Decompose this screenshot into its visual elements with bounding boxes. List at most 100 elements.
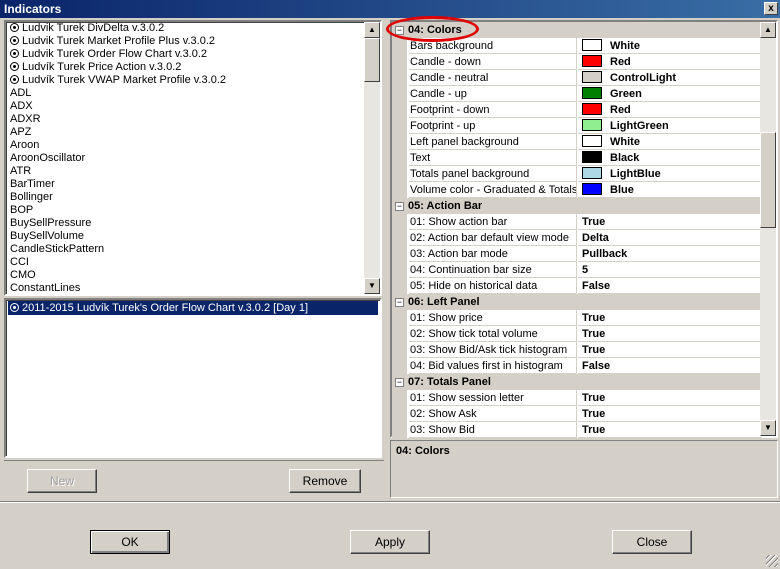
property-category[interactable]: −06: Left Panel	[392, 294, 762, 310]
property-category[interactable]: −05: Action Bar	[392, 198, 762, 214]
property-value[interactable]: False	[578, 358, 762, 374]
property-value[interactable]: LightBlue	[578, 166, 762, 182]
applied-indicators-list[interactable]: 2011-2015 Ludvík Turek's Order Flow Char…	[4, 298, 382, 458]
property-value[interactable]: LightGreen	[578, 118, 762, 134]
property-row[interactable]: Text Black	[392, 150, 762, 166]
indicator-list-item[interactable]: ADX	[8, 100, 362, 113]
property-name: Footprint - down	[409, 102, 577, 118]
applied-indicator-item[interactable]: 2011-2015 Ludvík Turek's Order Flow Char…	[8, 301, 378, 315]
ok-button[interactable]: OK	[90, 530, 170, 554]
indicator-list-item[interactable]: ADXR	[8, 113, 362, 126]
property-row[interactable]: 02: Show Ask True	[392, 406, 762, 422]
property-row[interactable]: 03: Show Bid True	[392, 422, 762, 438]
property-value[interactable]: True	[578, 326, 762, 342]
resize-grip-icon[interactable]	[766, 555, 778, 567]
property-rows: −04: Colors Bars background White Candle - …	[392, 22, 762, 438]
property-row[interactable]: Volume color - Graduated & Totals Blue	[392, 182, 762, 198]
indicator-list-item[interactable]: Ludvík Turek VWAP Market Profile v.3.0.2	[8, 74, 362, 87]
indicator-list[interactable]: Ludvik Turek DivDelta v.3.0.2 Ludvik Ture…	[4, 20, 382, 296]
indicator-list-item[interactable]: CandleStickPattern	[8, 243, 362, 256]
property-grid[interactable]: −04: Colors Bars background White Candle - …	[390, 20, 778, 438]
property-row[interactable]: Left panel background White	[392, 134, 762, 150]
property-row[interactable]: Candle - up Green	[392, 86, 762, 102]
property-row[interactable]: 04: Continuation bar size 5	[392, 262, 762, 278]
property-row[interactable]: 01: Show action bar True	[392, 214, 762, 230]
indicator-list-item[interactable]: BuySellVolume	[8, 230, 362, 243]
property-value[interactable]: White	[578, 134, 762, 150]
property-row[interactable]: Candle - down Red	[392, 54, 762, 70]
indicator-list-item[interactable]: ConstantLines	[8, 282, 362, 295]
property-value[interactable]: True	[578, 214, 762, 230]
category-label: 06: Left Panel	[408, 296, 480, 308]
collapse-icon[interactable]: −	[395, 378, 404, 387]
property-row[interactable]: 03: Show Bid/Ask tick histogram True	[392, 342, 762, 358]
collapse-icon[interactable]: −	[395, 202, 404, 211]
property-row[interactable]: 03: Action bar mode Pullback	[392, 246, 762, 262]
property-row[interactable]: 02: Show tick total volume True	[392, 326, 762, 342]
remove-button[interactable]: Remove	[289, 469, 361, 493]
property-category[interactable]: −07: Totals Panel	[392, 374, 762, 390]
scroll-up-icon[interactable]: ▲	[760, 22, 776, 38]
property-name: 02: Show Ask	[409, 406, 577, 422]
property-value[interactable]: Red	[578, 102, 762, 118]
indicator-list-item[interactable]: Ludvík Turek Price Action v.3.0.2	[8, 61, 362, 74]
property-row[interactable]: 01: Show session letter True	[392, 390, 762, 406]
indicator-list-item[interactable]: Aroon	[8, 139, 362, 152]
property-value[interactable]: White	[578, 38, 762, 54]
property-value[interactable]: Blue	[578, 182, 762, 198]
indicator-list-scrollbar[interactable]: ▲ ▼	[364, 22, 380, 294]
indicator-list-item[interactable]: BOP	[8, 204, 362, 217]
property-value[interactable]: Delta	[578, 230, 762, 246]
property-value[interactable]: True	[578, 422, 762, 438]
property-value[interactable]: ControlLight	[578, 70, 762, 86]
indicator-list-item[interactable]: APZ	[8, 126, 362, 139]
property-value[interactable]: Pullback	[578, 246, 762, 262]
apply-button[interactable]: Apply	[350, 530, 430, 554]
property-value[interactable]: True	[578, 390, 762, 406]
collapse-icon[interactable]: −	[395, 298, 404, 307]
property-row[interactable]: 05: Hide on historical data False	[392, 278, 762, 294]
property-value[interactable]: True	[578, 342, 762, 358]
property-row[interactable]: Candle - neutral ControlLight	[392, 70, 762, 86]
indicator-list-item[interactable]: Bollinger	[8, 191, 362, 204]
row-gutter	[392, 406, 407, 422]
indicator-list-item[interactable]: CCI	[8, 256, 362, 269]
property-value[interactable]: Black	[578, 150, 762, 166]
scroll-down-icon[interactable]: ▼	[760, 420, 776, 436]
close-icon[interactable]: x	[764, 2, 778, 15]
property-value[interactable]: Red	[578, 54, 762, 70]
indicator-label: BuySellPressure	[10, 217, 92, 229]
row-gutter	[392, 342, 407, 358]
property-row[interactable]: Footprint - down Red	[392, 102, 762, 118]
indicator-list-item[interactable]: CMO	[8, 269, 362, 282]
scroll-thumb[interactable]	[760, 132, 776, 228]
indicator-list-item[interactable]: BarTimer	[8, 178, 362, 191]
property-row[interactable]: 02: Action bar default view mode Delta	[392, 230, 762, 246]
indicator-list-item[interactable]: Ludvik Turek Market Profile Plus v.3.0.2	[8, 35, 362, 48]
new-button[interactable]: New	[27, 469, 97, 493]
scroll-up-icon[interactable]: ▲	[364, 22, 380, 38]
property-value[interactable]: False	[578, 278, 762, 294]
indicator-list-item[interactable]: Ludvik Turek DivDelta v.3.0.2	[8, 22, 362, 35]
property-row[interactable]: Totals panel background LightBlue	[392, 166, 762, 182]
indicator-list-item[interactable]: ADL	[8, 87, 362, 100]
indicator-list-item[interactable]: Ludvik Turek Order Flow Chart v.3.0.2	[8, 48, 362, 61]
property-name: 04: Bid values first in histogram	[409, 358, 577, 374]
property-row[interactable]: 01: Show price True	[392, 310, 762, 326]
property-value[interactable]: 5	[578, 262, 762, 278]
property-value[interactable]: Green	[578, 86, 762, 102]
scroll-down-icon[interactable]: ▼	[364, 278, 380, 294]
close-button[interactable]: Close	[612, 530, 692, 554]
scroll-thumb[interactable]	[364, 38, 380, 82]
property-name: 01: Show session letter	[409, 390, 577, 406]
indicator-list-item[interactable]: BuySellPressure	[8, 217, 362, 230]
color-swatch	[582, 167, 602, 179]
property-grid-scrollbar[interactable]: ▲ ▼	[760, 22, 776, 436]
property-row[interactable]: Footprint - up LightGreen	[392, 118, 762, 134]
indicator-list-item[interactable]: ATR	[8, 165, 362, 178]
category-label: 05: Action Bar	[408, 200, 483, 212]
property-row[interactable]: 04: Bid values first in histogram False	[392, 358, 762, 374]
property-value[interactable]: True	[578, 406, 762, 422]
property-value[interactable]: True	[578, 310, 762, 326]
indicator-list-item[interactable]: AroonOscillator	[8, 152, 362, 165]
